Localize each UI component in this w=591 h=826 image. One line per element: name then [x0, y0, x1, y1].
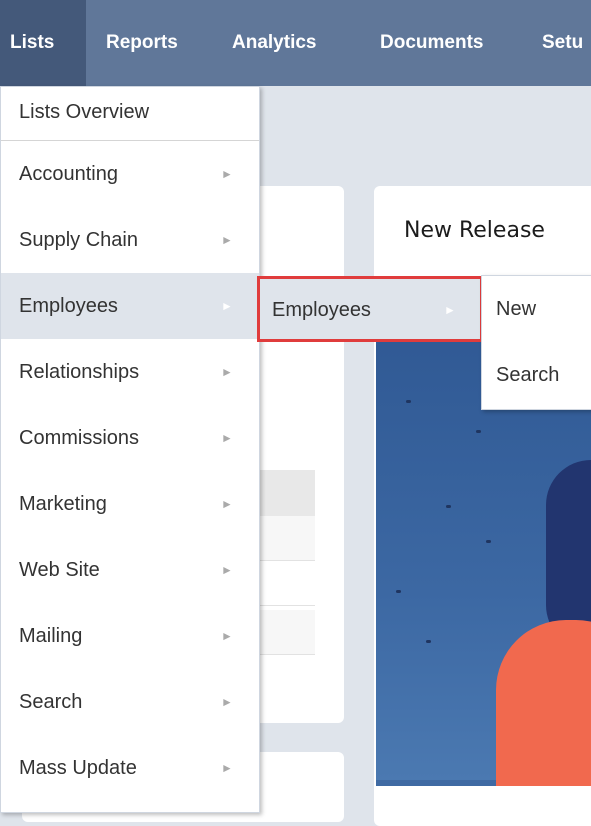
- illustration-speck: [446, 505, 451, 508]
- submenu-arrow-icon: ►: [221, 233, 233, 247]
- menu-item-web-site[interactable]: Web Site ►: [1, 537, 259, 603]
- menu-item-supply-chain[interactable]: Supply Chain ►: [1, 207, 259, 273]
- illustration-speck: [396, 590, 401, 593]
- menu-item-commissions[interactable]: Commissions ►: [1, 405, 259, 471]
- menu-item-employees[interactable]: Employees ►: [1, 273, 259, 339]
- menu-item-search[interactable]: Search ►: [1, 669, 259, 735]
- nav-tab-label: Analytics: [232, 32, 317, 53]
- menu-item-marketing[interactable]: Marketing ►: [1, 471, 259, 537]
- nav-tab-analytics[interactable]: Analytics: [222, 0, 362, 86]
- menu-item-label: Commissions: [19, 427, 140, 449]
- illustration-speck: [476, 430, 481, 433]
- table-row: [260, 516, 315, 561]
- nav-tab-label: Documents: [380, 32, 484, 53]
- illustration-speck: [426, 640, 431, 643]
- menu-item-label: Marketing: [19, 493, 107, 515]
- menu-item-label: Accounting: [19, 163, 118, 185]
- illustration-speck: [406, 400, 411, 403]
- nav-tab-label: Reports: [106, 32, 178, 53]
- nav-tab-lists[interactable]: Lists: [0, 0, 86, 86]
- menu-item-label: Employees: [19, 295, 118, 317]
- nav-tab-label: Setu: [542, 32, 584, 53]
- top-navigation: Lists Reports Analytics Documents Setu: [0, 0, 591, 86]
- menu-item-label: Mass Update: [19, 757, 137, 779]
- menu-item-mailing[interactable]: Mailing ►: [1, 603, 259, 669]
- menu-item-label: Supply Chain: [19, 229, 138, 251]
- nav-tab-documents[interactable]: Documents: [370, 0, 530, 86]
- submenu-arrow-icon: ►: [221, 365, 233, 379]
- submenu-arrow-icon: ►: [221, 629, 233, 643]
- submenu-arrow-icon: ►: [221, 695, 233, 709]
- new-release-title: New Release: [404, 218, 545, 243]
- nav-tab-reports[interactable]: Reports: [96, 0, 208, 86]
- nav-tab-setup[interactable]: Setu: [532, 0, 591, 86]
- menu-item-label: Relationships: [19, 361, 140, 383]
- nav-tab-label: Lists: [10, 32, 55, 53]
- menu-item-label: Web Site: [19, 559, 100, 581]
- menu-option-new[interactable]: New: [496, 276, 536, 342]
- submenu-arrow-icon: ►: [221, 167, 233, 181]
- employees-actions-menu: New Search: [481, 275, 591, 410]
- menu-item-label: Search: [19, 691, 83, 713]
- table-row: [260, 561, 315, 606]
- table-row: [260, 610, 315, 655]
- menu-item-label: Lists Overview: [19, 101, 150, 123]
- submenu-arrow-icon: ►: [221, 563, 233, 577]
- table-header: [260, 470, 315, 516]
- submenu-arrow-icon: ►: [221, 497, 233, 511]
- illustration-speck: [486, 540, 491, 543]
- submenu-arrow-icon: ►: [221, 299, 233, 313]
- menu-option-search[interactable]: Search: [496, 342, 559, 408]
- submenu-arrow-icon: ►: [221, 761, 233, 775]
- menu-item-relationships[interactable]: Relationships ►: [1, 339, 259, 405]
- menu-item-label: Mailing: [19, 625, 83, 647]
- highlight-box: [257, 276, 483, 342]
- menu-item-mass-update[interactable]: Mass Update ►: [1, 735, 259, 801]
- menu-item-lists-overview[interactable]: Lists Overview: [1, 87, 259, 141]
- menu-item-accounting[interactable]: Accounting ►: [1, 141, 259, 207]
- submenu-arrow-icon: ►: [221, 431, 233, 445]
- lists-dropdown-menu: Lists Overview Accounting ► Supply Chain ►…: [0, 86, 260, 813]
